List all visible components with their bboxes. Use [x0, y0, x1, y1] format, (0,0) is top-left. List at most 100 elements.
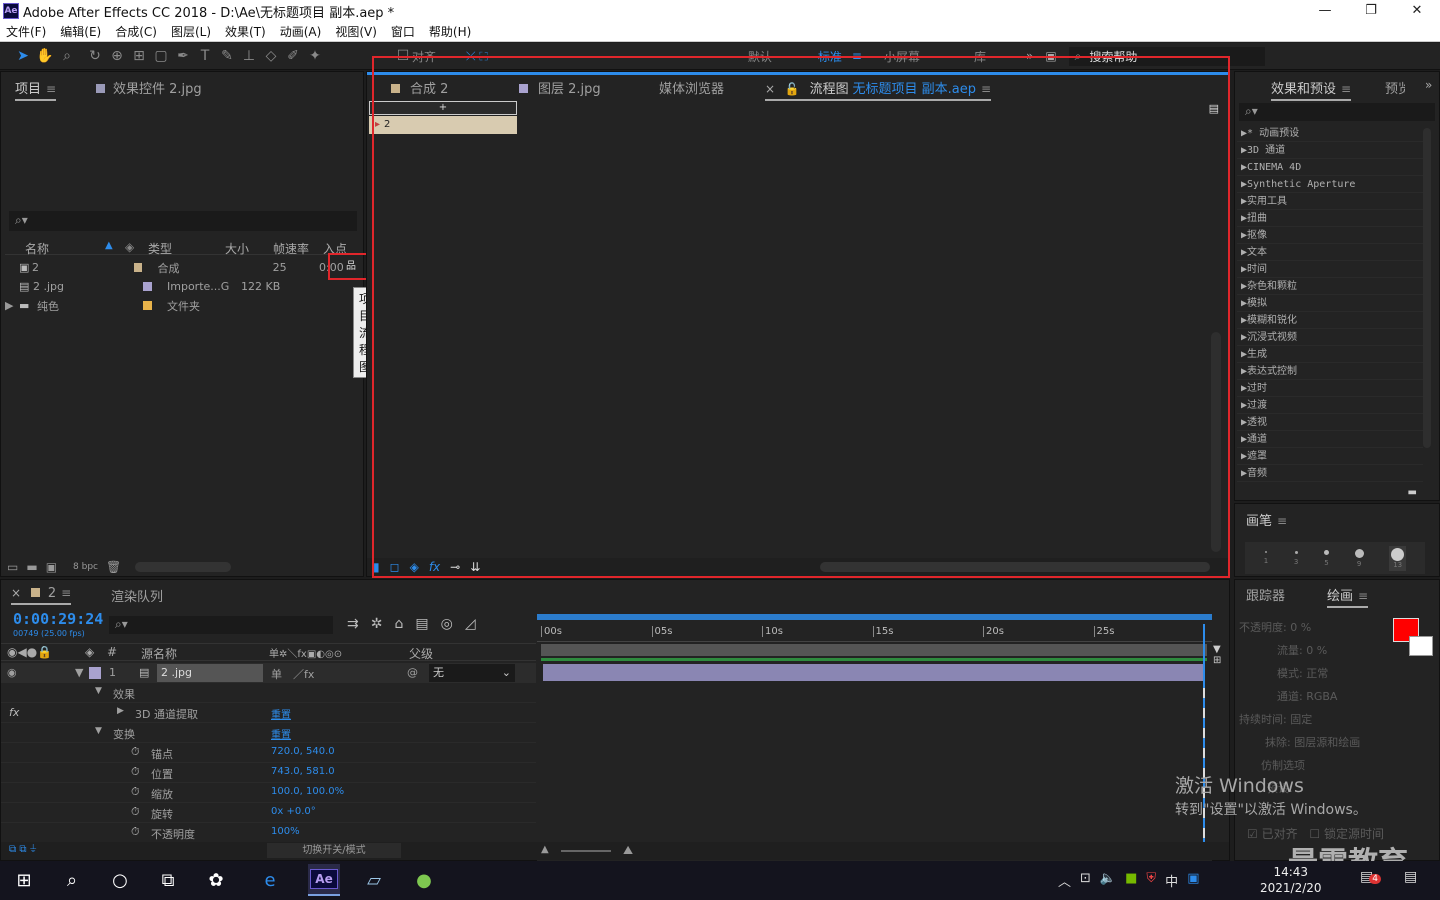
effects-category-item[interactable]: ▶CINEMA 4D	[1237, 159, 1423, 176]
text-tool-icon[interactable]: T	[194, 45, 216, 67]
menu-window[interactable]: 窗口	[391, 23, 415, 40]
menu-help[interactable]: 帮助(H)	[429, 23, 471, 40]
scrollbar[interactable]	[135, 562, 232, 572]
effects-category-item[interactable]: ▶过渡	[1237, 397, 1423, 414]
brush-size-5[interactable]: 5	[1323, 549, 1329, 567]
playhead[interactable]	[1203, 624, 1205, 859]
effects-category-item[interactable]: ▶通道	[1237, 431, 1423, 448]
layer-duration-bar[interactable]	[543, 664, 1205, 681]
parent-select[interactable]: 无 ⌄	[429, 664, 515, 682]
list-item[interactable]: ▤ 2 .jpg Importe...G 122 KB	[5, 277, 345, 296]
effects-category-item[interactable]: ▶实用工具	[1237, 193, 1423, 210]
brush-size-1[interactable]: 1	[1264, 551, 1268, 565]
timeline-side-icons[interactable]: ▼ ⊞	[1213, 610, 1231, 862]
windows-start-icon[interactable]: ⊞	[8, 864, 40, 896]
toggle-switches-modes-button[interactable]: 切换开关/模式	[267, 843, 401, 858]
list-item[interactable]: ▶ ▬ 纯色 文件夹	[5, 296, 345, 315]
clock[interactable]: 14:43 2021/2/20	[1260, 864, 1322, 896]
zoom-tool-icon[interactable]: ⌕	[56, 45, 78, 67]
new-folder-icon[interactable]: ▬	[1408, 487, 1417, 498]
volume-icon[interactable]: 🔈	[1100, 871, 1116, 890]
stopwatch-icon[interactable]: ⏱	[131, 765, 140, 779]
property-value[interactable]: 0x +0.0°	[271, 806, 316, 817]
paint-channel-row[interactable]: 通道: RGBA	[1239, 685, 1387, 708]
pen-tool-icon[interactable]: ✒	[172, 45, 194, 67]
property-value[interactable]: 720.0, 540.0	[271, 746, 335, 757]
close-button[interactable]: ✕	[1394, 0, 1440, 22]
footer-toggle-icons[interactable]: ⧉ ⧉ ⏚	[9, 844, 37, 855]
property-row[interactable]: ▼ 效果	[1, 683, 536, 703]
layer-row[interactable]: ◉ ▼ 1 ▤ 2 .jpg 单 ／fx @ 无 ⌄	[1, 663, 536, 683]
security-icon[interactable]: ⛨	[1146, 871, 1156, 890]
new-folder-icon[interactable]: ▬	[26, 560, 37, 574]
stopwatch-icon[interactable]: ⏱	[131, 825, 140, 839]
puppet-tool-icon[interactable]: ✦	[304, 45, 326, 67]
menu-file[interactable]: 文件(F)	[6, 23, 46, 40]
pinwheel-app-icon[interactable]: ✿	[200, 864, 232, 896]
layer-name[interactable]: 2 .jpg	[157, 664, 263, 682]
interpret-footage-icon[interactable]: ▭	[7, 560, 18, 574]
work-area-bar[interactable]	[537, 614, 1212, 620]
after-effects-taskbar-icon[interactable]: Ae	[308, 864, 340, 896]
motion-blur-icon[interactable]: ◎	[441, 616, 453, 632]
tab-tracker[interactable]: 跟踪器	[1246, 585, 1285, 604]
notification-icon[interactable]: ▤4	[1360, 869, 1381, 885]
graph-editor-icon[interactable]: ◿	[465, 616, 476, 632]
green-app-icon[interactable]: ●	[408, 864, 440, 896]
search-icon[interactable]: ⌕	[56, 864, 88, 896]
more-tabs-icon[interactable]: »	[1425, 78, 1432, 92]
label-color[interactable]	[89, 667, 101, 679]
expand-arrow-icon[interactable]: ▼	[95, 726, 102, 736]
action-center-icon[interactable]: ▤	[1404, 869, 1417, 885]
time-ruler[interactable]: 00s 05s 10s 15s 20s 25s	[537, 622, 1212, 642]
eraser-tool-icon[interactable]: ◇	[260, 45, 282, 67]
qq-icon[interactable]: ▣	[1187, 871, 1199, 890]
effects-category-item[interactable]: ▶沉浸式视频	[1237, 329, 1423, 346]
property-value[interactable]: 743.0, 581.0	[271, 766, 335, 777]
effects-category-item[interactable]: ▶音频	[1237, 465, 1423, 482]
panel-menu-icon[interactable]: ≡	[46, 82, 56, 96]
camera-tool-icon[interactable]: ⊕	[106, 45, 128, 67]
project-search-input[interactable]: ⌕▾	[9, 211, 357, 231]
network-icon[interactable]: ⊡	[1080, 871, 1091, 890]
column-name[interactable]: 名称	[25, 240, 49, 256]
property-row[interactable]: ⏱ 位置 743.0, 581.0	[1, 763, 536, 783]
effects-category-item[interactable]: ▶抠像	[1237, 227, 1423, 244]
shape-tool-icon[interactable]: ▢	[150, 45, 172, 67]
task-view-icon[interactable]: ⧉	[152, 864, 184, 896]
property-value[interactable]: 100%	[271, 826, 300, 837]
effects-category-item[interactable]: ▶扭曲	[1237, 210, 1423, 227]
close-tab-icon[interactable]: ×	[11, 586, 21, 600]
visibility-eye-icon[interactable]: ◉	[7, 666, 17, 679]
property-row[interactable]: ⏱ 旋转 0x +0.0°	[1, 803, 536, 823]
tab-render-queue[interactable]: 渲染队列	[111, 586, 163, 605]
minimize-button[interactable]: —	[1302, 0, 1348, 22]
timeline-search-input[interactable]: ⌕▾	[109, 616, 333, 634]
property-row[interactable]: ⏱ 不透明度 100%	[1, 823, 536, 843]
fx-icon[interactable]: fx	[9, 706, 19, 719]
effects-category-item[interactable]: ▶过时	[1237, 380, 1423, 397]
property-value[interactable]: 重置	[271, 726, 291, 741]
brush-tool-icon[interactable]: ✎	[216, 45, 238, 67]
column-parent[interactable]: 父级	[409, 645, 433, 662]
tab-project[interactable]: 项目 ≡	[15, 78, 57, 101]
paint-duration-row[interactable]: 持续时间: 固定	[1239, 708, 1387, 731]
brush-size-3[interactable]: 3	[1294, 550, 1298, 566]
panel-menu-icon[interactable]: ≡	[1277, 514, 1287, 528]
label-tag-icon[interactable]: ◈	[125, 240, 134, 254]
column-size[interactable]: 大小	[225, 240, 249, 256]
comp-mini-flowchart-icon[interactable]: ⇉	[347, 616, 359, 632]
effects-category-item[interactable]: ▶透视	[1237, 414, 1423, 431]
frame-blending-icon[interactable]: ▤	[415, 616, 428, 632]
effects-category-item[interactable]: ▶模糊和锐化	[1237, 312, 1423, 329]
clone-stamp-tool-icon[interactable]: ⊥	[238, 45, 260, 67]
column-fps[interactable]: 帧速率	[273, 240, 309, 256]
trash-icon[interactable]: 🗑	[106, 560, 121, 574]
pan-behind-tool-icon[interactable]: ⊞	[128, 45, 150, 67]
effects-category-item[interactable]: ▶生成	[1237, 346, 1423, 363]
effects-category-item[interactable]: ▶Synthetic Aperture	[1237, 176, 1423, 193]
property-value[interactable]: 重置	[271, 706, 291, 721]
nvidia-icon[interactable]: ■	[1125, 871, 1137, 890]
paint-flow-row[interactable]: 流量: 0 %	[1239, 639, 1387, 662]
effects-category-item[interactable]: ▶遮罩	[1237, 448, 1423, 465]
